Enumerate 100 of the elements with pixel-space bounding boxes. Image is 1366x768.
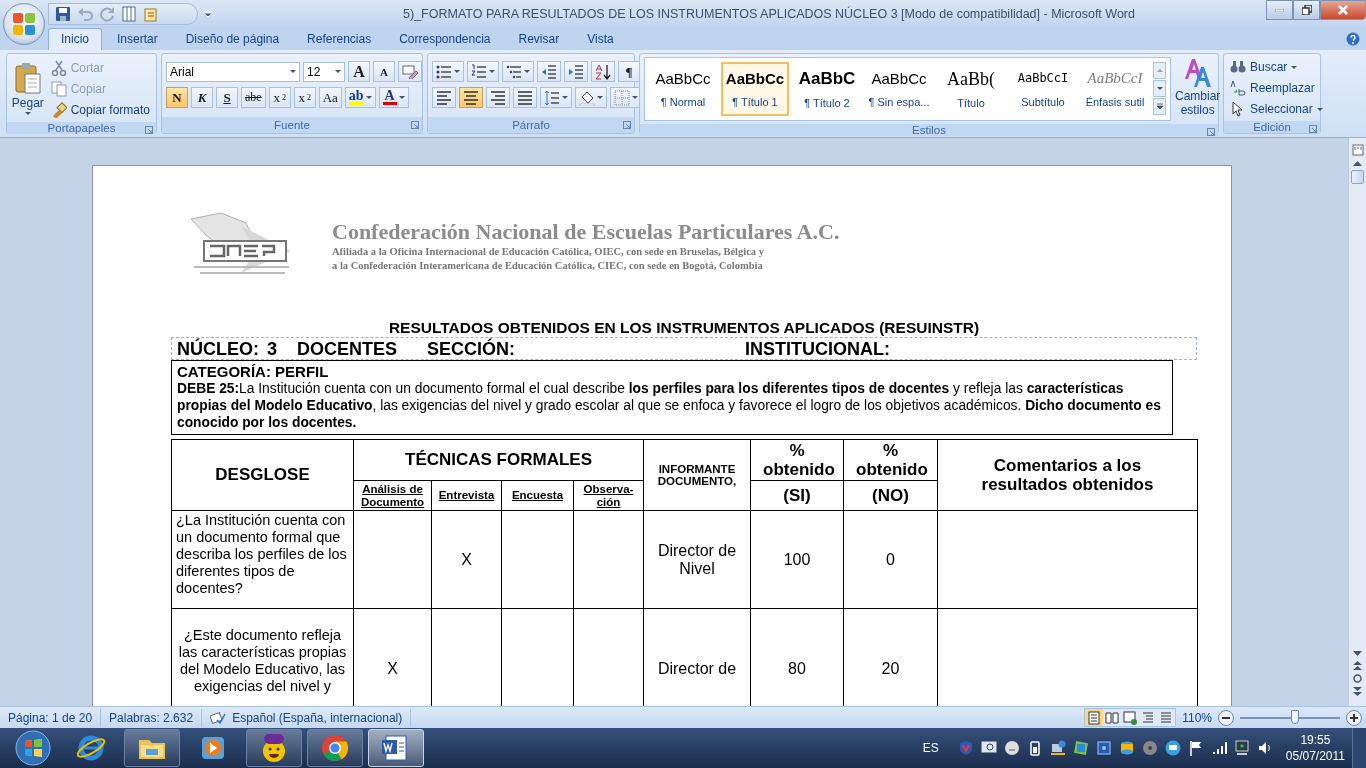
style-item[interactable]: AaBbCc ¶ Título 1: [721, 62, 789, 116]
grow-font-button[interactable]: A: [348, 61, 370, 82]
format-button[interactable]: abe: [241, 87, 266, 108]
editing-action[interactable]: Reemplazar: [1228, 79, 1325, 97]
paragraph-button[interactable]: [467, 61, 499, 82]
ribbon-tab[interactable]: Correspondencia: [386, 28, 504, 50]
change-styles-button[interactable]: Cambiar estilos: [1175, 57, 1221, 121]
clipboard-icon[interactable]: [143, 6, 159, 22]
ribbon-tab[interactable]: Revisar: [505, 28, 573, 50]
zoom-level[interactable]: 110%: [1182, 710, 1212, 725]
editing-action[interactable]: Seleccionar: [1228, 100, 1325, 118]
ribbon-tab[interactable]: Referencias: [294, 28, 385, 50]
clock-time[interactable]: 19:55: [1300, 732, 1331, 748]
zoom-out-button[interactable]: [1218, 709, 1234, 726]
view-button[interactable]: [1085, 709, 1104, 726]
editing-action[interactable]: Buscar: [1228, 58, 1325, 76]
scroll-thumb[interactable]: [1351, 170, 1364, 184]
align-button[interactable]: [432, 87, 456, 108]
table-icon[interactable]: [121, 6, 137, 22]
ruler-toggle-icon[interactable]: [1351, 144, 1364, 156]
line-spacing-button[interactable]: [540, 87, 572, 108]
decrease-indent-icon: [541, 63, 557, 80]
close-button[interactable]: [1320, 0, 1366, 20]
film-reel-icon[interactable]: [1141, 740, 1158, 756]
gallery-scroll-button[interactable]: [1153, 98, 1166, 115]
customize-caret-icon[interactable]: [204, 11, 212, 17]
taskbar-button[interactable]: [246, 729, 302, 767]
category-title: CATEGORÍA: PERFIL: [177, 363, 330, 380]
flag-icon[interactable]: [1187, 740, 1204, 756]
ribbon-tab[interactable]: Inicio: [48, 28, 102, 50]
launcher-icon[interactable]: [1309, 125, 1317, 133]
shading-button[interactable]: [575, 87, 607, 108]
paste-button[interactable]: Pegar: [11, 57, 45, 119]
launcher-icon[interactable]: [623, 121, 631, 129]
chip-icon[interactable]: [1095, 740, 1112, 756]
align-button[interactable]: [459, 87, 483, 108]
screen-icon[interactable]: [1164, 740, 1181, 756]
view-button[interactable]: [1139, 709, 1158, 726]
zoom-in-button[interactable]: [1346, 709, 1362, 726]
ribbon-tab[interactable]: Vista: [574, 28, 627, 50]
signal-bars-icon[interactable]: [1210, 740, 1227, 756]
table-cell: ¿La Institución cuenta con un documento formal que describa los perfiles de los diferentes tipos de docentes?: [171, 510, 354, 609]
font-name-field[interactable]: Arial: [166, 61, 300, 82]
previous-page-icon[interactable]: [1353, 661, 1362, 670]
font-color-button[interactable]: A: [378, 87, 409, 108]
align-justify-icon: [517, 89, 533, 106]
paragraph-button[interactable]: [432, 61, 464, 82]
view-button[interactable]: [1121, 709, 1140, 726]
launcher-icon[interactable]: [411, 121, 419, 129]
view-button[interactable]: [1157, 709, 1176, 726]
align-button[interactable]: [513, 87, 537, 108]
ribbon-tab[interactable]: Insertar: [104, 28, 171, 50]
scroll-up-icon[interactable]: [1353, 160, 1362, 166]
format-button[interactable]: S: [216, 87, 238, 108]
launcher-icon[interactable]: [145, 126, 153, 134]
clipboard-action[interactable]: Copiar formato: [48, 101, 152, 119]
network-icon[interactable]: [1233, 740, 1250, 756]
gallery-scroll-button[interactable]: [1153, 80, 1166, 97]
shield-icon[interactable]: [957, 740, 974, 756]
font-size-field[interactable]: 12: [303, 61, 345, 82]
scissors-icon: [50, 60, 67, 76]
align-button[interactable]: [486, 87, 510, 108]
scroll-down-icon[interactable]: [1353, 651, 1362, 657]
format-button[interactable]: N: [166, 87, 188, 108]
shrink-font-button[interactable]: A: [373, 61, 395, 82]
monitor-icon[interactable]: [980, 740, 997, 756]
language-label[interactable]: Español (España, internacional): [232, 710, 403, 725]
paragraph-button[interactable]: [564, 61, 588, 82]
view-button[interactable]: [1103, 709, 1122, 726]
help-icon[interactable]: [1346, 32, 1360, 46]
restore-button[interactable]: [1293, 0, 1320, 20]
save-icon[interactable]: [55, 6, 71, 22]
column-header: % obtenido: [843, 439, 938, 481]
paragraph-button[interactable]: [591, 61, 615, 82]
taskbar-button[interactable]: [124, 729, 180, 767]
window-icon[interactable]: [1072, 740, 1089, 756]
taskbar-button[interactable]: [307, 729, 363, 767]
speaker-icon[interactable]: [1256, 740, 1273, 756]
database-icon[interactable]: [1118, 740, 1135, 756]
paragraph-button[interactable]: [537, 61, 561, 82]
proofing-icon[interactable]: [210, 710, 227, 725]
highlight-button[interactable]: ab: [344, 87, 376, 108]
show-marks-button[interactable]: ¶: [618, 61, 640, 82]
column-header: % obtenido: [750, 439, 844, 481]
input-language[interactable]: ES: [922, 741, 939, 755]
info-label: INSTITUCIONAL:: [745, 338, 891, 359]
format-button[interactable]: K: [191, 87, 213, 108]
launcher-icon[interactable]: [1207, 128, 1215, 136]
browse-object-icon[interactable]: [1353, 674, 1362, 683]
office-button[interactable]: [3, 3, 45, 45]
copy-icon: [50, 81, 67, 97]
paragraph-button[interactable]: [502, 61, 534, 82]
zoom-slider-thumb[interactable]: [1291, 709, 1299, 724]
format-button[interactable]: Aa: [318, 87, 342, 108]
clock-date[interactable]: 05/07/2011: [1285, 748, 1345, 764]
ribbon-tab[interactable]: Diseño de página: [172, 28, 293, 50]
organization-name: Confederación Nacional de Escuelas Particulares A.C.: [332, 219, 840, 245]
next-page-icon[interactable]: [1353, 687, 1362, 696]
network-computer-icon[interactable]: [1049, 740, 1066, 756]
clear-format-button[interactable]: [398, 61, 422, 82]
